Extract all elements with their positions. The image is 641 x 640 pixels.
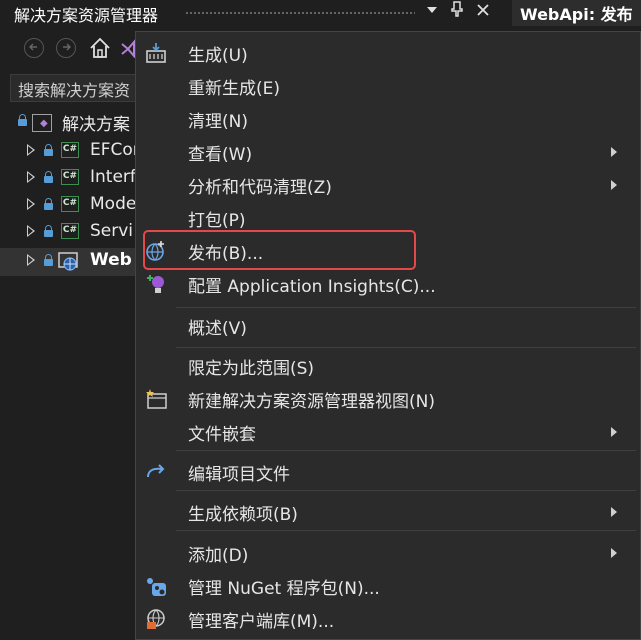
document-tab-webapi-publish[interactable]: WebApi: 发布 [512, 0, 641, 26]
submenu-arrow-icon [611, 548, 617, 558]
expand-arrow-icon[interactable] [27, 225, 35, 237]
expand-arrow-icon[interactable] [27, 254, 35, 266]
menu-item-build-dependencies[interactable]: 生成依赖项(B) [136, 496, 640, 528]
tree-row-solution[interactable]: ◆ 解决方案 [0, 108, 140, 136]
expand-arrow-icon[interactable] [27, 144, 35, 156]
close-icon[interactable] [472, 1, 494, 23]
lock-icon [44, 198, 53, 210]
csharp-project-icon: C# [61, 223, 79, 239]
menu-separator [176, 307, 636, 308]
menu-item-label: 概述(V) [188, 319, 247, 339]
menu-item-label: 清理(N) [188, 112, 248, 132]
panel-title: 解决方案资源管理器 [14, 6, 159, 25]
lock-icon [44, 225, 53, 237]
menu-item-clean[interactable]: 清理(N) [136, 103, 640, 135]
web-project-icon [58, 252, 78, 271]
visual-studio-icon[interactable] [120, 38, 136, 59]
csharp-project-icon: C# [61, 142, 79, 158]
home-icon[interactable] [88, 36, 112, 60]
menu-separator [176, 490, 636, 491]
menu-item-file-nesting[interactable]: 文件嵌套 [136, 416, 640, 448]
publish-globe-icon [144, 240, 170, 262]
expand-arrow-icon[interactable] [27, 171, 35, 183]
tree-row-project[interactable]: C# Interf [0, 165, 140, 193]
lock-icon [44, 171, 53, 183]
csharp-project-icon: C# [61, 169, 79, 185]
submenu-arrow-icon [611, 147, 617, 157]
tree-item-label: Interf [90, 167, 136, 187]
menu-item-label: 添加(D) [188, 546, 249, 566]
submenu-arrow-icon [611, 180, 617, 190]
solution-icon: ◆ [32, 114, 52, 132]
forward-icon[interactable] [56, 38, 76, 58]
menu-item-label: 分析和代码清理(Z) [188, 178, 332, 198]
redo-arrow-icon [144, 461, 170, 483]
submenu-arrow-icon [611, 427, 617, 437]
menu-item-label: 配置 Application Insights(C)... [188, 277, 436, 297]
menu-item-build[interactable]: 生成(U) [136, 37, 640, 69]
menu-item-label: 新建解决方案资源管理器视图(N) [188, 392, 435, 412]
client-library-icon [144, 608, 170, 630]
menu-item-analyze[interactable]: 分析和代码清理(Z) [136, 169, 640, 201]
menu-item-edit-project-file[interactable]: 编辑项目文件 [136, 456, 640, 488]
menu-item-label: 生成(U) [188, 46, 248, 66]
menu-item-add[interactable]: 添加(D) [136, 537, 640, 569]
menu-item-label: 查看(W) [188, 145, 253, 165]
tree-item-label: 解决方案 [62, 115, 130, 135]
menu-item-label: 管理客户端库(M)... [188, 612, 335, 632]
menu-item-label: 生成依赖项(B) [188, 505, 298, 525]
back-icon[interactable] [24, 38, 44, 58]
lock-icon [44, 144, 53, 156]
menu-separator [176, 530, 636, 531]
menu-item-overview[interactable]: 概述(V) [136, 310, 640, 342]
menu-item-new-explorer-view[interactable]: 新建解决方案资源管理器视图(N) [136, 383, 640, 415]
tree-item-label: Mode [90, 194, 137, 214]
submenu-arrow-icon [611, 507, 617, 517]
menu-separator [176, 347, 636, 348]
menu-item-rebuild[interactable]: 重新生成(E) [136, 70, 640, 102]
menu-item-label: 编辑项目文件 [188, 465, 290, 485]
tree-row-project[interactable]: C# Servi [0, 219, 140, 247]
expand-arrow-icon[interactable] [27, 198, 35, 210]
new-view-icon [144, 388, 170, 410]
tree-row-project-selected[interactable]: Web [0, 248, 140, 276]
pin-icon[interactable] [446, 1, 468, 23]
menu-separator [176, 450, 636, 451]
search-input[interactable]: 搜索解决方案资 [10, 74, 150, 102]
application-insights-icon [144, 273, 170, 295]
menu-item-label: 文件嵌套 [188, 425, 256, 445]
menu-item-label: 重新生成(E) [188, 79, 281, 99]
menu-item-label: 发布(B)... [188, 244, 264, 264]
menu-item-view[interactable]: 查看(W) [136, 136, 640, 168]
context-menu: 生成(U) 重新生成(E) 清理(N) 查看(W) 分析和代码清理(Z) 打包(… [135, 31, 641, 640]
solution-explorer-titlebar: 解决方案资源管理器 [0, 0, 500, 26]
build-icon [144, 42, 170, 64]
chevron-down-icon[interactable] [421, 1, 443, 23]
menu-item-publish[interactable]: 发布(B)... [136, 235, 640, 267]
tree-item-label: EFCor [90, 140, 140, 160]
menu-item-pack[interactable]: 打包(P) [136, 202, 640, 234]
lock-icon [44, 254, 53, 266]
drag-grip[interactable] [185, 11, 415, 16]
menu-item-label: 打包(P) [188, 211, 246, 231]
menu-item-application-insights[interactable]: 配置 Application Insights(C)... [136, 268, 640, 300]
menu-item-manage-client-libraries[interactable]: 管理客户端库(M)... [136, 603, 640, 635]
csharp-project-icon: C# [61, 196, 79, 212]
nuget-icon [144, 575, 170, 597]
menu-item-manage-nuget[interactable]: 管理 NuGet 程序包(N)... [136, 570, 640, 602]
menu-item-label: 限定为此范围(S) [188, 359, 315, 379]
lock-icon [18, 114, 27, 126]
tree-row-project[interactable]: C# EFCor [0, 138, 140, 166]
tree-item-label: Servi [90, 221, 134, 241]
tree-row-project[interactable]: C# Mode [0, 192, 140, 220]
tree-item-label: Web [90, 250, 132, 270]
menu-item-scope-to-this[interactable]: 限定为此范围(S) [136, 350, 640, 382]
menu-item-label: 管理 NuGet 程序包(N)... [188, 579, 380, 599]
